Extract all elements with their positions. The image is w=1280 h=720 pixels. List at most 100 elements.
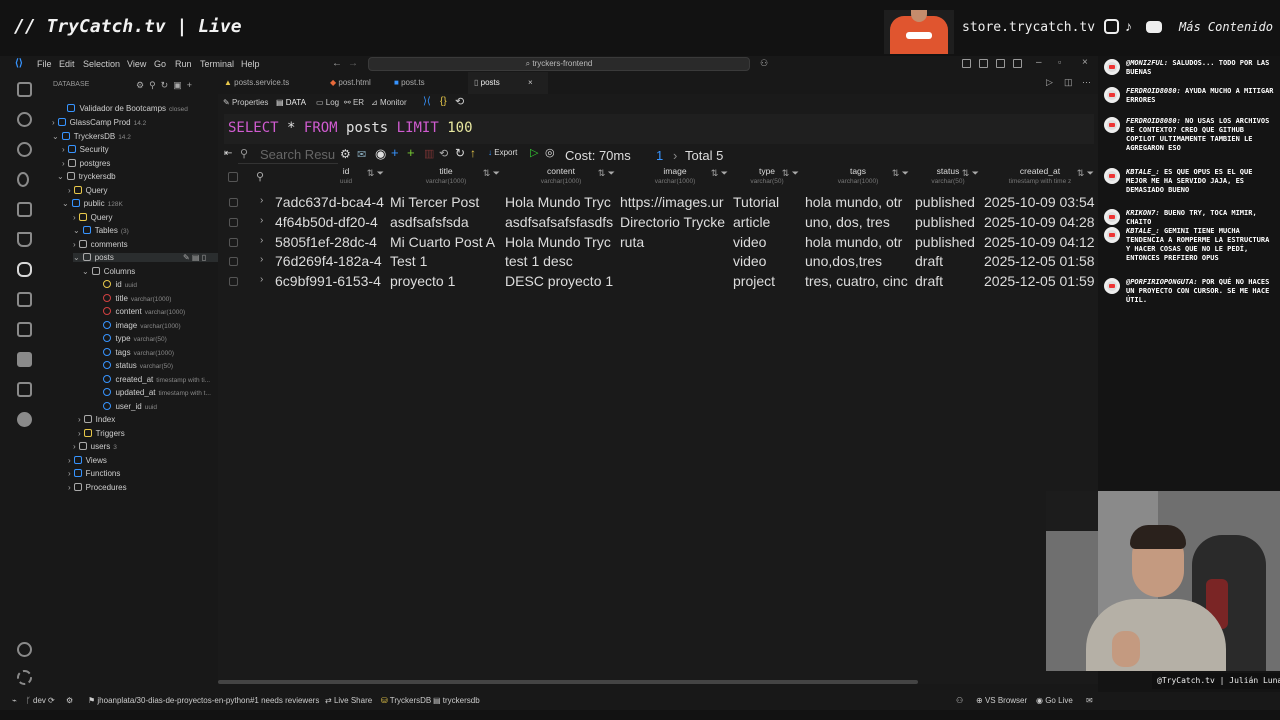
remote-explorer-icon[interactable] [17,352,32,367]
table-cell[interactable]: DESC proyecto 1 [505,273,616,289]
sql-editor[interactable]: SELECT * FROM posts LIMIT 100 [224,114,1094,144]
table-cell[interactable]: test 1 desc [505,253,616,269]
refresh-icon[interactable]: ↻ [455,146,465,160]
horizontal-scrollbar[interactable] [218,680,918,684]
table-cell[interactable]: 4f64b50d-df20-4 [275,214,386,230]
eye-icon[interactable]: ◎ [545,146,555,159]
tree-item[interactable]: › Security [62,145,112,154]
tree-item[interactable]: ⌄ public 128K [62,199,123,208]
select-all-checkbox[interactable] [228,172,238,182]
menu-selection[interactable]: Selection [83,59,120,69]
vscode-icon[interactable]: ⟩⟨ [423,96,431,107]
split-editor-icon[interactable]: ◫ [1064,77,1073,88]
sort-filter-icon[interactable]: ⇅ ⏷ [367,168,384,179]
minimize-icon[interactable]: – [1036,57,1042,68]
source-control-icon[interactable] [17,172,29,187]
tree-item[interactable]: › users 3 [73,442,117,451]
mail-icon[interactable]: ✉ [357,148,366,161]
column-header[interactable]: id uuid ⇅ ⏷ [306,166,386,190]
revert-icon[interactable]: ⟲ [439,147,448,160]
row-checkbox[interactable] [229,257,238,267]
tree-item[interactable]: ⌄ posts ✎ ▤ ▯ [73,253,233,262]
back-arrow-icon[interactable]: ← [332,58,342,69]
run-icon[interactable]: ▷ [1046,77,1053,88]
expand-row-chevron-icon[interactable]: › [260,235,263,246]
row-checkbox[interactable] [229,237,238,247]
tree-item[interactable]: ⌄ tryckersdb [57,172,119,181]
table-cell[interactable]: uno, dos, tres [805,214,910,230]
table-cell[interactable]: video [733,253,800,269]
row-checkbox[interactable] [229,198,238,207]
table-row[interactable]: › 76d269f4-182a-4 Test 1 test 1 desc video un… [218,252,1098,271]
expand-row-chevron-icon[interactable]: › [260,254,263,265]
sync-icon[interactable]: ⟳ [48,696,55,705]
upload-icon[interactable]: ↑ [470,146,476,160]
table-cell[interactable]: asdfsafsfsda [390,214,501,230]
menu-help[interactable]: Help [241,59,260,69]
tree-item[interactable]: › postgres [62,159,113,168]
tree-item[interactable]: › Functions [68,469,123,478]
history-icon[interactable]: ⟲ [455,95,464,108]
table-cell[interactable]: tres, cuatro, cinc [805,273,910,289]
tab-posts-service[interactable]: ▲ posts.service.ts [224,72,314,94]
pr-item[interactable]: ⚑ jhoanplata/30-dias-de-proyectos-en-pyt… [88,696,319,705]
table-row[interactable]: › 4f64b50d-df20-4 asdfsafsfsda asdfsafsafsf… [218,213,1098,232]
table-cell[interactable]: 7adc637d-bca4-4 [275,194,386,210]
tree-item[interactable]: › Triggers [78,429,128,438]
tree-item[interactable]: type varchar(50) [96,334,167,343]
expand-row-chevron-icon[interactable]: › [260,195,263,206]
notifications-icon[interactable]: ✉ [1086,696,1093,705]
tree-item[interactable]: ⌄ Tables (3) [73,226,129,235]
delete-icon[interactable]: ▥ [424,147,434,160]
sort-filter-icon[interactable]: ⇅ ⏷ [1077,168,1094,179]
subtab-monitor[interactable]: ⊿ Monitor [371,98,407,107]
table-cell[interactable]: uno,dos,tres [805,253,910,269]
subtab-log[interactable]: ▭ Log [316,98,339,107]
settings-gear-icon[interactable] [17,670,32,685]
menu-go[interactable]: Go [154,59,166,69]
puzzle-icon[interactable] [17,412,32,427]
row-checkbox[interactable] [229,217,238,227]
tree-item[interactable]: › Query [73,213,115,222]
add-row-icon[interactable]: + [391,145,399,160]
sort-filter-icon[interactable]: ⇅ ⏷ [892,168,909,179]
pin-icon[interactable]: ⇤ [224,148,232,159]
table-cell[interactable]: asdfsafsafsfasdfs [505,214,616,230]
tree-item[interactable]: status varchar(50) [96,361,173,370]
table-cell[interactable]: ruta [620,234,729,250]
copilot-status-icon[interactable]: ⚇ [956,696,963,705]
search-icon[interactable] [17,142,32,157]
sort-filter-icon[interactable]: ⇅ ⏷ [483,168,500,179]
tree-item[interactable]: › Procedures [68,483,130,492]
table-cell[interactable]: 2025-12-05 01:59 [984,273,1095,289]
table-cell[interactable]: project [733,273,800,289]
testing-icon[interactable] [17,232,32,247]
subtab-data[interactable]: ▤ DATA [276,98,306,107]
menu-file[interactable]: File [37,59,52,69]
search-icon[interactable]: ⚲ [256,170,264,183]
table-cell[interactable]: 2025-10-09 04:12 [984,234,1095,250]
table-cell[interactable]: hola mundo, otr [805,194,910,210]
column-header[interactable]: status varchar(50) ⇅ ⏷ [915,166,981,190]
subtab-properties[interactable]: ✎ Properties [223,98,268,107]
table-cell[interactable]: 5805f1ef-28dc-4 [275,234,386,250]
sort-filter-icon[interactable]: ⇅ ⏷ [711,168,728,179]
close-tab-icon[interactable]: × [528,72,533,94]
menu-edit[interactable]: Edit [59,59,75,69]
account-icon[interactable] [17,642,32,657]
table-cell[interactable]: Mi Tercer Post [390,194,501,210]
more-actions-icon[interactable]: ⋯ [1082,77,1091,88]
tree-item[interactable]: › Index [78,415,118,424]
column-header[interactable]: image varchar(1000) ⇅ ⏷ [620,166,730,190]
toggle-sidebar-icon[interactable] [979,59,988,68]
table-cell[interactable]: Hola Mundo Tryc [505,234,616,250]
command-center[interactable]: ⌕ tryckers-frontend [368,57,750,71]
table-cell[interactable]: Test 1 [390,253,501,269]
table-cell[interactable]: 2025-12-05 01:58 [984,253,1095,269]
table-cell[interactable]: 2025-10-09 03:54 [984,194,1095,210]
sort-filter-icon[interactable]: ⇅ ⏷ [782,168,799,179]
sidebar-actions[interactable]: ⚙⚲↻▣+ [136,80,197,91]
expand-row-chevron-icon[interactable]: › [260,215,263,226]
tab-post-ts[interactable]: ■ post.ts [394,72,469,94]
containers-icon[interactable] [17,382,32,397]
